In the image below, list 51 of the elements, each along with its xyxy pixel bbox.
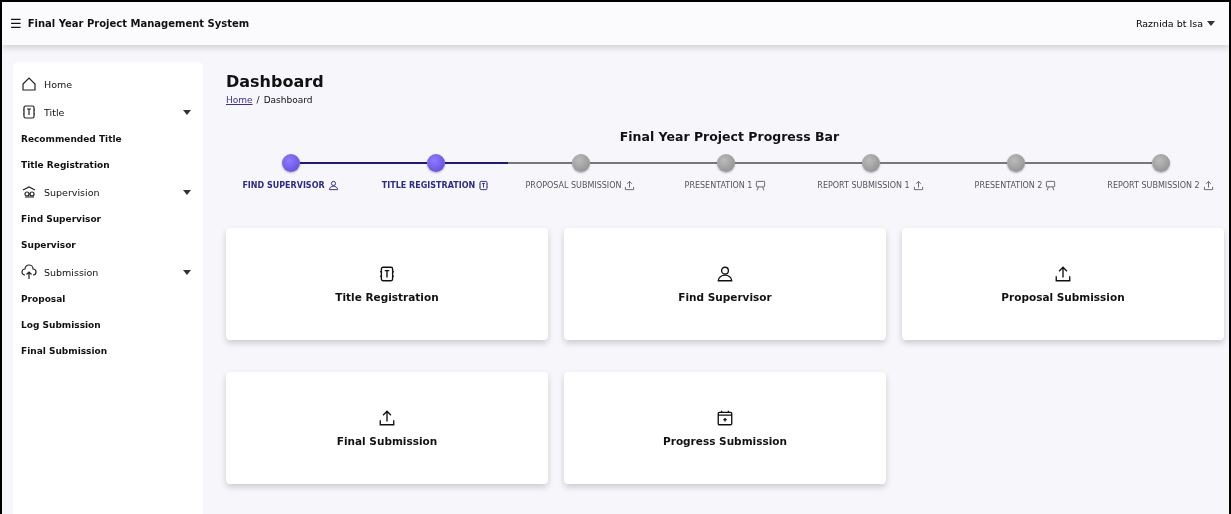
user-menu[interactable]: Raznida bt Isa [1133, 16, 1217, 31]
upload-icon [378, 409, 396, 427]
easel-icon [755, 180, 767, 191]
dashboard-card[interactable]: Title Registration [226, 228, 548, 340]
text-frame-icon [478, 180, 490, 191]
menu-icon[interactable]: ☰ [10, 16, 22, 31]
dashboard-card[interactable]: Final Submission [226, 372, 548, 484]
progress-bar-title: Final Year Project Progress Bar [619, 129, 840, 144]
upload-icon [1202, 180, 1214, 191]
sidebar-item[interactable]: Final Submission [13, 338, 203, 364]
sidebar-item[interactable]: Supervision [13, 178, 203, 206]
home-icon [21, 76, 37, 92]
dashboard-card[interactable]: Proposal Submission [902, 228, 1224, 340]
sidebar-item[interactable]: Supervisor [13, 232, 203, 258]
dashboard-card[interactable]: Find Supervisor [564, 228, 886, 340]
person-icon [327, 180, 339, 191]
sidebar-item[interactable]: Recommended Title [13, 126, 203, 152]
sidebar-item[interactable]: Submission [13, 258, 203, 286]
cloud-upload-icon [21, 264, 37, 280]
step-label: PROPOSAL SUBMISSION [525, 181, 622, 190]
page-title: Dashboard [226, 72, 324, 91]
step-label: REPORT SUBMISSION 1 [817, 181, 910, 190]
upload-icon [624, 180, 636, 191]
sidebar-item[interactable]: Proposal [13, 286, 203, 312]
sidebar-item[interactable]: Log Submission [13, 312, 203, 338]
step-label: TITLE REGISTRATION [381, 181, 476, 190]
sidebar-item[interactable]: Title [13, 98, 203, 126]
app-title: Final Year Project Management System [27, 18, 250, 29]
person-glasses-icon [21, 184, 37, 200]
caret-icon [183, 189, 191, 195]
step-label: FIND SUPERVISOR [242, 181, 325, 190]
upload-icon [912, 180, 924, 191]
easel-icon [1045, 180, 1057, 191]
breadcrumb-current: Dashboard [263, 95, 313, 105]
step-label: PRESENTATION 1 [684, 181, 753, 190]
person-icon [716, 265, 734, 283]
step-label: REPORT SUBMISSION 2 [1107, 181, 1200, 190]
sidebar-item[interactable]: Home [13, 70, 203, 98]
dashboard-card[interactable]: Progress Submission [564, 372, 886, 484]
caret-icon [1207, 21, 1215, 26]
caret-icon [183, 269, 191, 275]
breadcrumb-separator: / [256, 95, 260, 105]
text-frame-icon [378, 265, 396, 283]
sidebar-item[interactable]: Find Supervisor [13, 206, 203, 232]
step-label: PRESENTATION 2 [974, 181, 1043, 190]
upload-icon [1054, 265, 1072, 283]
text-frame-icon [21, 104, 37, 120]
sidebar-item[interactable]: Title Registration [13, 152, 203, 178]
caret-icon [183, 109, 191, 115]
calendar-plus-icon [716, 409, 734, 427]
breadcrumb-link[interactable]: Home [226, 95, 253, 105]
